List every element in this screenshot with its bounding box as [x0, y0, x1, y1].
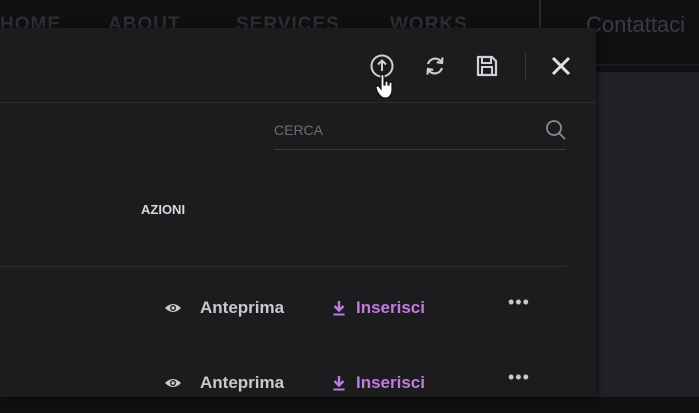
preview-label: Anteprima — [200, 373, 285, 392]
save-button[interactable] — [473, 52, 501, 80]
eye-icon — [165, 379, 181, 387]
insert-button[interactable]: Inserisci — [332, 373, 425, 393]
insert-button[interactable]: Inserisci — [332, 298, 425, 318]
contact-button[interactable]: Contattaci — [586, 12, 685, 38]
background-panel — [596, 72, 699, 397]
download-icon — [333, 301, 345, 316]
hand-cursor-icon — [375, 74, 393, 99]
insert-label: Inserisci — [356, 373, 425, 392]
preview-label: Anteprima — [200, 298, 285, 317]
eye-icon — [165, 304, 181, 312]
floppy-save-icon — [476, 55, 498, 77]
toolbar-divider — [525, 53, 526, 81]
download-icon — [333, 376, 345, 391]
table-row: Anteprima Inserisci ••• — [0, 292, 566, 338]
media-library-modal: : AZIONI Anteprima Inserisci ••• — [0, 28, 596, 397]
close-icon — [551, 56, 571, 76]
refresh-icon — [426, 57, 444, 75]
preview-button[interactable]: Anteprima — [164, 298, 284, 318]
close-button[interactable] — [547, 52, 575, 80]
header-separator — [0, 102, 596, 103]
preview-button[interactable]: Anteprima — [164, 373, 284, 393]
modal-header — [0, 28, 596, 102]
search-underline — [274, 149, 566, 150]
column-header-actions: AZIONI — [141, 202, 186, 217]
background-rule — [596, 64, 699, 66]
search-icon[interactable] — [544, 118, 568, 142]
search-box — [274, 112, 566, 150]
refresh-button[interactable] — [421, 52, 449, 80]
more-options-icon[interactable]: ••• — [508, 367, 530, 388]
table-row: Anteprima Inserisci ••• — [0, 367, 566, 413]
table-header-separator — [0, 266, 566, 267]
search-input[interactable] — [274, 112, 534, 148]
insert-label: Inserisci — [356, 298, 425, 317]
more-options-icon[interactable]: ••• — [508, 292, 530, 313]
